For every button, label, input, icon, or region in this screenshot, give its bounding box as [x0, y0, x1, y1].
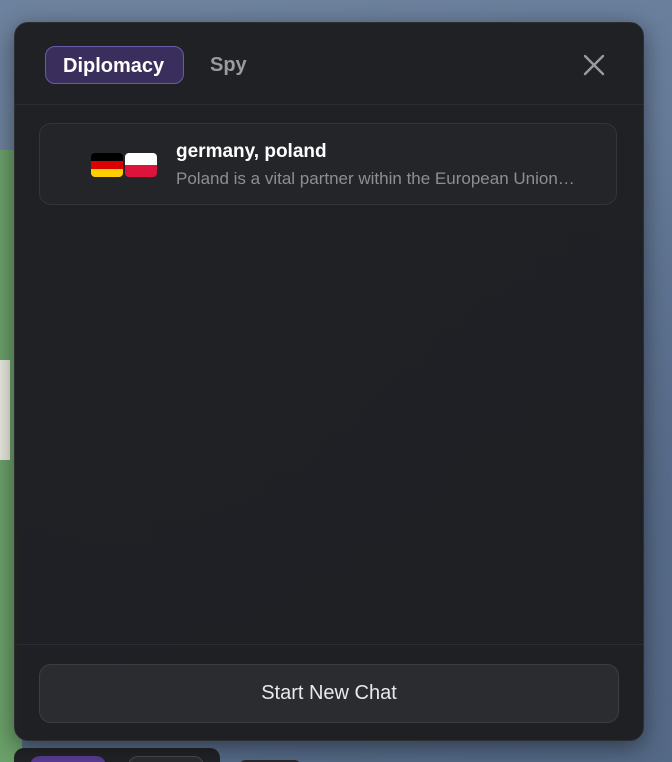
panel-footer: Start New Chat — [15, 644, 643, 740]
germany-flag-icon — [91, 153, 123, 177]
map-land-coast — [0, 360, 10, 460]
tab-spy[interactable]: Spy — [193, 46, 273, 84]
chat-title: germany, poland — [176, 141, 327, 162]
panel-header: Diplomacy Spy — [15, 23, 643, 105]
bottom-toolbar-button[interactable] — [30, 756, 106, 762]
bottom-toolbar-button[interactable] — [128, 756, 204, 762]
chat-list-item[interactable]: germany, poland Poland is a vital partne… — [39, 123, 617, 205]
close-icon[interactable] — [581, 52, 607, 78]
poland-flag-icon — [125, 153, 157, 177]
tab-diplomacy[interactable]: Diplomacy — [45, 46, 184, 84]
diplomacy-panel: Diplomacy Spy germany, poland Poland is … — [14, 22, 644, 741]
chat-preview: Poland is a vital partner within the Eur… — [176, 169, 575, 188]
start-new-chat-button[interactable]: Start New Chat — [39, 664, 619, 723]
